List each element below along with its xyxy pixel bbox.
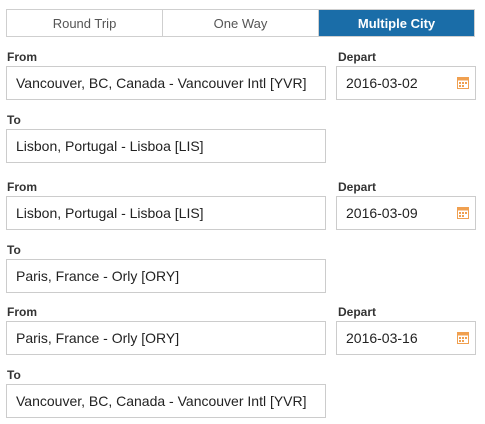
calendar-icon[interactable] bbox=[457, 206, 469, 219]
to-label: To bbox=[7, 243, 21, 257]
from-field-leg-1[interactable]: Vancouver, BC, Canada - Vancouver Intl [… bbox=[6, 66, 326, 100]
depart-date-field-leg-2[interactable]: 2016-03-09 bbox=[336, 196, 476, 230]
depart-label: Depart bbox=[338, 180, 377, 194]
depart-date-field-leg-1[interactable]: 2016-03-02 bbox=[336, 66, 476, 100]
to-label: To bbox=[7, 368, 21, 382]
to-field-leg-3[interactable]: Vancouver, BC, Canada - Vancouver Intl [… bbox=[6, 384, 326, 418]
to-field-leg-2[interactable]: Paris, France - Orly [ORY] bbox=[6, 259, 326, 293]
from-field-leg-3[interactable]: Paris, France - Orly [ORY] bbox=[6, 321, 326, 355]
from-label: From bbox=[7, 50, 37, 64]
to-label: To bbox=[7, 113, 21, 127]
tab-round-trip[interactable]: Round Trip bbox=[7, 10, 162, 36]
from-label: From bbox=[7, 180, 37, 194]
trip-type-tabs: Round Trip One Way Multiple City bbox=[6, 9, 475, 37]
tab-multiple-city[interactable]: Multiple City bbox=[318, 10, 474, 36]
depart-date-field-leg-3[interactable]: 2016-03-16 bbox=[336, 321, 476, 355]
from-field-leg-2[interactable]: Lisbon, Portugal - Lisboa [LIS] bbox=[6, 196, 326, 230]
from-label: From bbox=[7, 305, 37, 319]
calendar-icon[interactable] bbox=[457, 76, 469, 89]
depart-date-value: 2016-03-09 bbox=[346, 205, 418, 221]
to-field-leg-1[interactable]: Lisbon, Portugal - Lisboa [LIS] bbox=[6, 129, 326, 163]
calendar-icon[interactable] bbox=[457, 331, 469, 344]
depart-date-value: 2016-03-16 bbox=[346, 330, 418, 346]
depart-date-value: 2016-03-02 bbox=[346, 75, 418, 91]
depart-label: Depart bbox=[338, 305, 377, 319]
depart-label: Depart bbox=[338, 50, 377, 64]
tab-one-way[interactable]: One Way bbox=[162, 10, 318, 36]
